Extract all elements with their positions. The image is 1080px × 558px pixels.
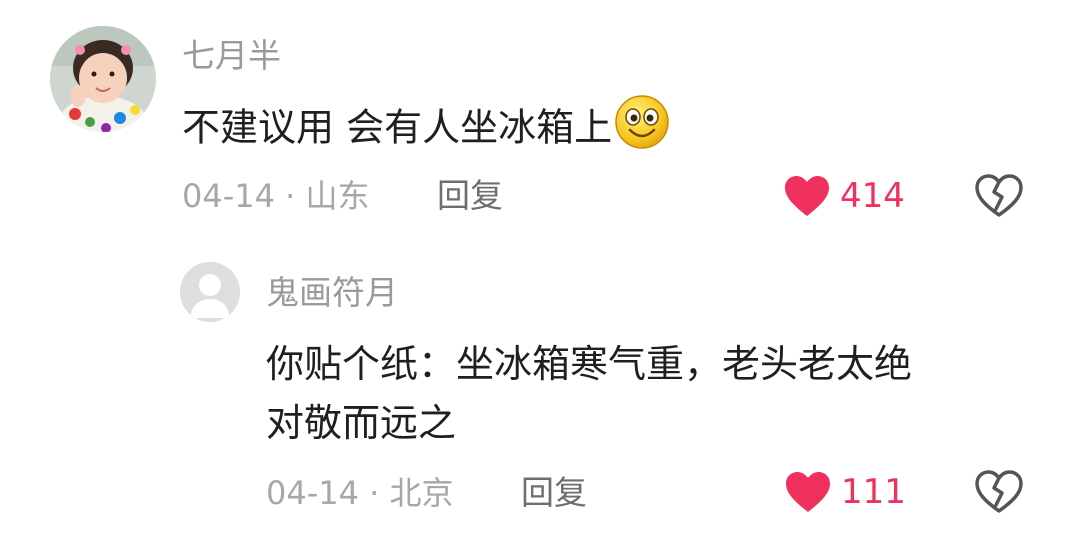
comment-text-row: 不建议用 会有人坐冰箱上 [182, 94, 670, 166]
meta-separator: · [285, 177, 296, 215]
avatar[interactable] [50, 26, 156, 132]
smiley-emoji-icon [614, 94, 670, 166]
reply-like-button[interactable]: 111 [784, 468, 906, 516]
comment-location: 山东 [305, 177, 370, 215]
reply-reply-button[interactable]: 回复 [521, 473, 587, 513]
reply-text-line-1: 你贴个纸：坐冰箱寒气重，老头老太绝 [266, 342, 913, 386]
reply-username[interactable]: 鬼画符月 [266, 273, 398, 313]
reply-avatar[interactable] [180, 262, 240, 322]
reply-date: 04-14 [266, 474, 359, 512]
child-photo-avatar-image [50, 26, 156, 132]
like-count: 414 [840, 176, 905, 216]
reply-like-count: 111 [841, 472, 906, 512]
default-user-icon [180, 262, 240, 322]
reply-button[interactable]: 回复 [437, 176, 503, 216]
comment-meta: 04-14 · 山东 [182, 176, 370, 216]
reply-text-line-2: 对敬而远之 [266, 401, 457, 445]
reply-location: 北京 [389, 474, 454, 512]
meta-separator: · [369, 474, 380, 512]
dislike-button[interactable] [974, 173, 1024, 223]
heart-filled-icon [785, 176, 829, 216]
comment-username[interactable]: 七月半 [182, 36, 281, 76]
broken-heart-icon [975, 470, 1023, 513]
comment-date: 04-14 [182, 177, 275, 215]
comment-text: 不建议用 会有人坐冰箱上 [182, 105, 613, 150]
reply-dislike-button[interactable] [974, 469, 1024, 519]
like-button[interactable]: 414 [783, 172, 905, 220]
reply-meta: 04-14 · 北京 [266, 473, 454, 513]
broken-heart-icon [975, 174, 1023, 217]
heart-filled-icon [786, 472, 830, 512]
